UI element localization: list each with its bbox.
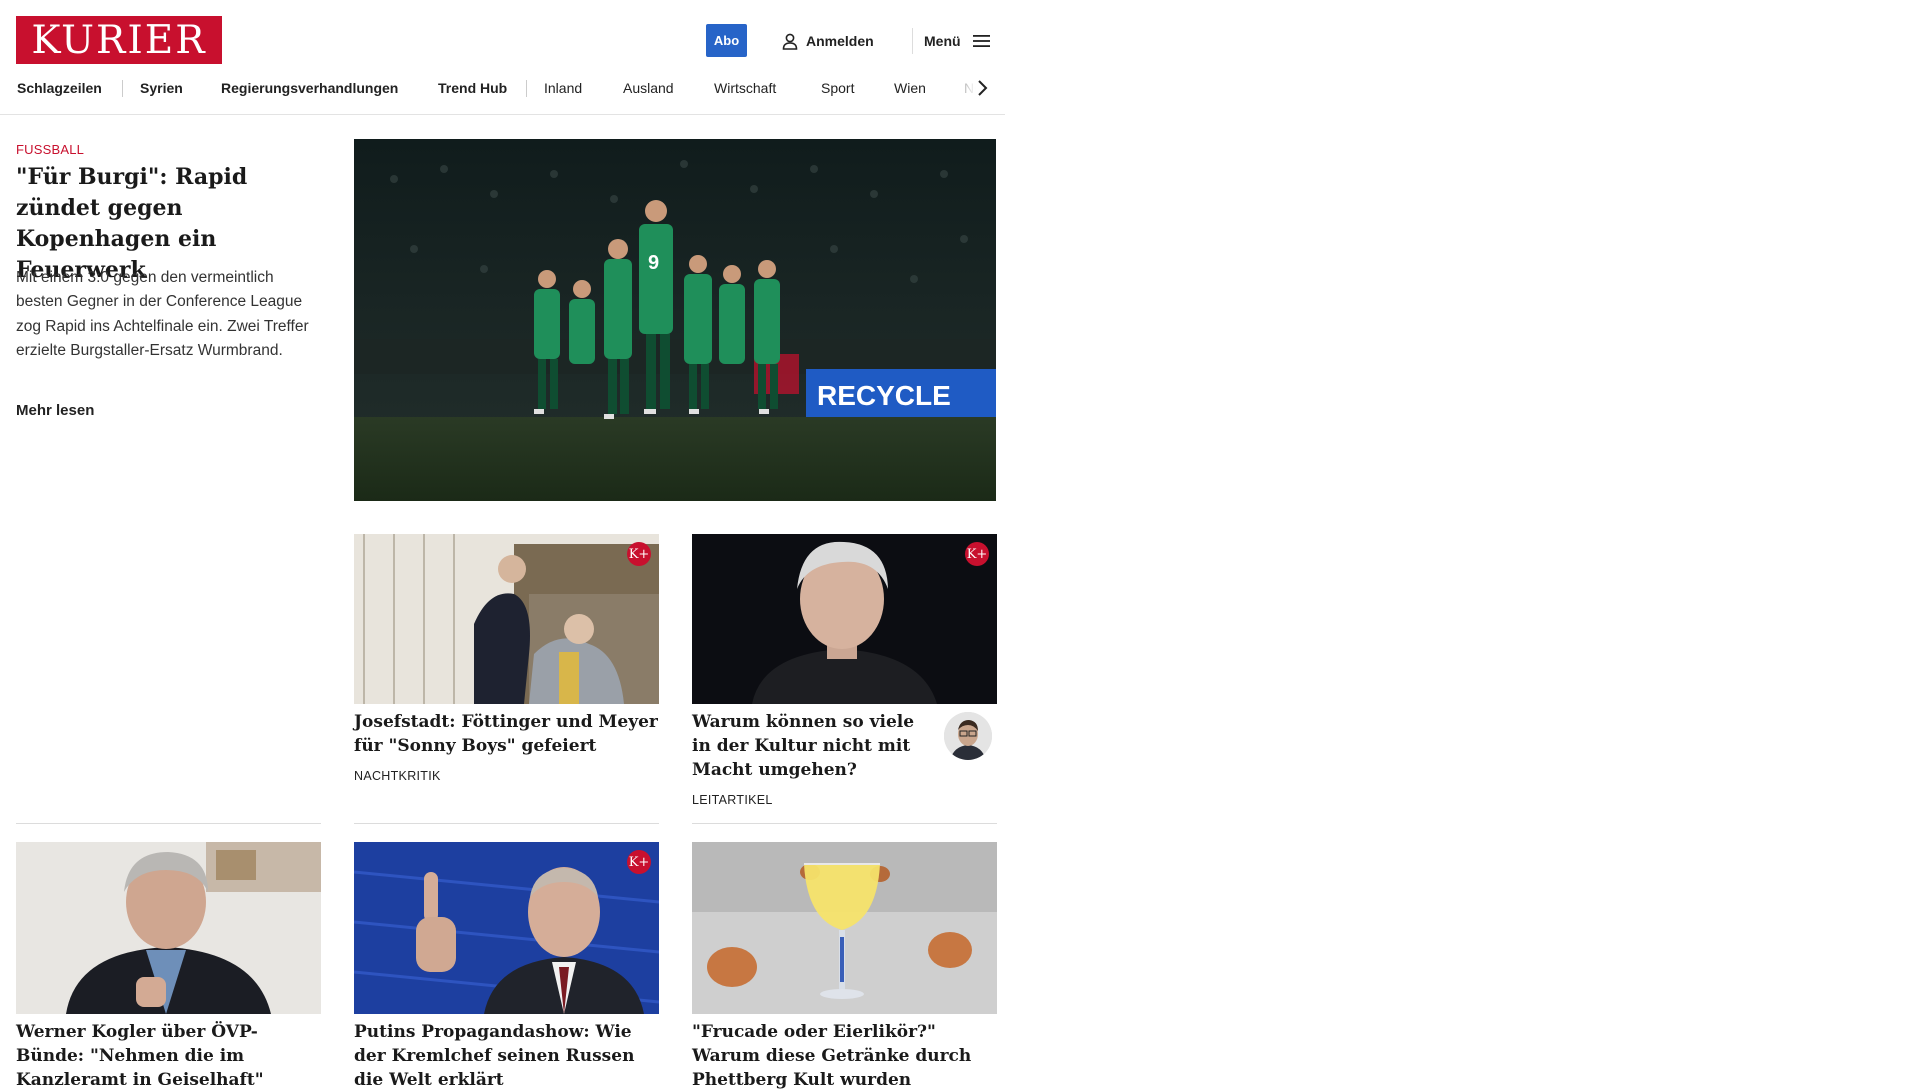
nav-item-inland[interactable]: Inland [544,72,582,104]
premium-badge: K+ [627,542,651,566]
football-celebration-image: RECYCLE 9 [354,139,996,501]
menu-button[interactable]: Menü [924,30,990,52]
nav-item-ausland[interactable]: Ausland [623,72,674,104]
kurier-logo[interactable]: KURIER [16,16,222,64]
card-tag: LEITARTIKEL [692,793,773,807]
lead-teaser: Mit einem 3:0 gegen den vermeintlich bes… [16,269,309,359]
premium-badge: K+ [965,542,989,566]
row-divider [354,823,659,824]
row-divider [692,823,997,824]
nav-item-regierungsverhandlungen[interactable]: Regierungsverhandlungen [221,72,398,104]
man-portrait-image [692,534,997,704]
ad-board-text: RECYCLE [817,380,951,411]
svg-text:9: 9 [648,252,659,274]
section-nav: Schlagzeilen Syrien Regierungsverhandlun… [0,72,1005,115]
menu-label: Menü [924,33,961,49]
card-image-theater[interactable]: K+ [354,534,659,704]
nav-item-wirtschaft[interactable]: Wirtschaft [714,72,776,104]
nav-item-syrien[interactable]: Syrien [140,72,183,104]
card-headline[interactable]: "Frucade oder Eierlikör?" Warum diese Ge… [692,1020,992,1092]
lead-image[interactable]: RECYCLE 9 [354,139,996,501]
lead-kicker: FUSSBALL [16,142,85,157]
author-photo [944,712,992,760]
card-image-kogler[interactable] [16,842,321,1014]
card-headline[interactable]: Josefstadt: Föttinger und Meyer für "Son… [354,710,664,758]
theater-scene-image [354,534,659,704]
read-more-link[interactable]: Mehr lesen [16,402,94,419]
card-tag: NACHTKRITIK [354,769,441,783]
premium-badge: K+ [627,850,651,874]
card-image-putin[interactable]: K+ [354,842,659,1014]
politician-portrait-image [16,842,321,1014]
nav-item-schlagzeilen[interactable]: Schlagzeilen [17,72,102,104]
card-headline[interactable]: Warum können so viele in der Kultur nich… [692,710,932,782]
login-button[interactable]: Anmelden [782,30,874,52]
login-label: Anmelden [806,33,874,49]
nav-item-trend-hub[interactable]: Trend Hub [438,72,507,104]
card-image-portrait[interactable]: K+ [692,534,997,704]
nav-item-wien[interactable]: Wien [894,72,926,104]
row-divider [16,823,321,824]
chevron-right-icon[interactable] [972,78,992,98]
card-headline[interactable]: Werner Kogler über ÖVP-Bünde: "Nehmen di… [16,1020,316,1092]
card-headline[interactable]: Putins Propagandashow: Wie der Kremlchef… [354,1020,664,1092]
nav-item-sport[interactable]: Sport [821,72,854,104]
nav-separator [122,80,123,97]
user-icon [782,33,798,50]
author-avatar[interactable] [944,712,992,760]
putin-portrait-image [354,842,659,1014]
abo-button[interactable]: Abo [706,24,747,57]
nav-separator [526,80,527,97]
eggnog-glass-image [692,842,997,1014]
header-divider [912,28,913,54]
hamburger-icon [972,35,990,47]
card-image-drink[interactable] [692,842,997,1014]
